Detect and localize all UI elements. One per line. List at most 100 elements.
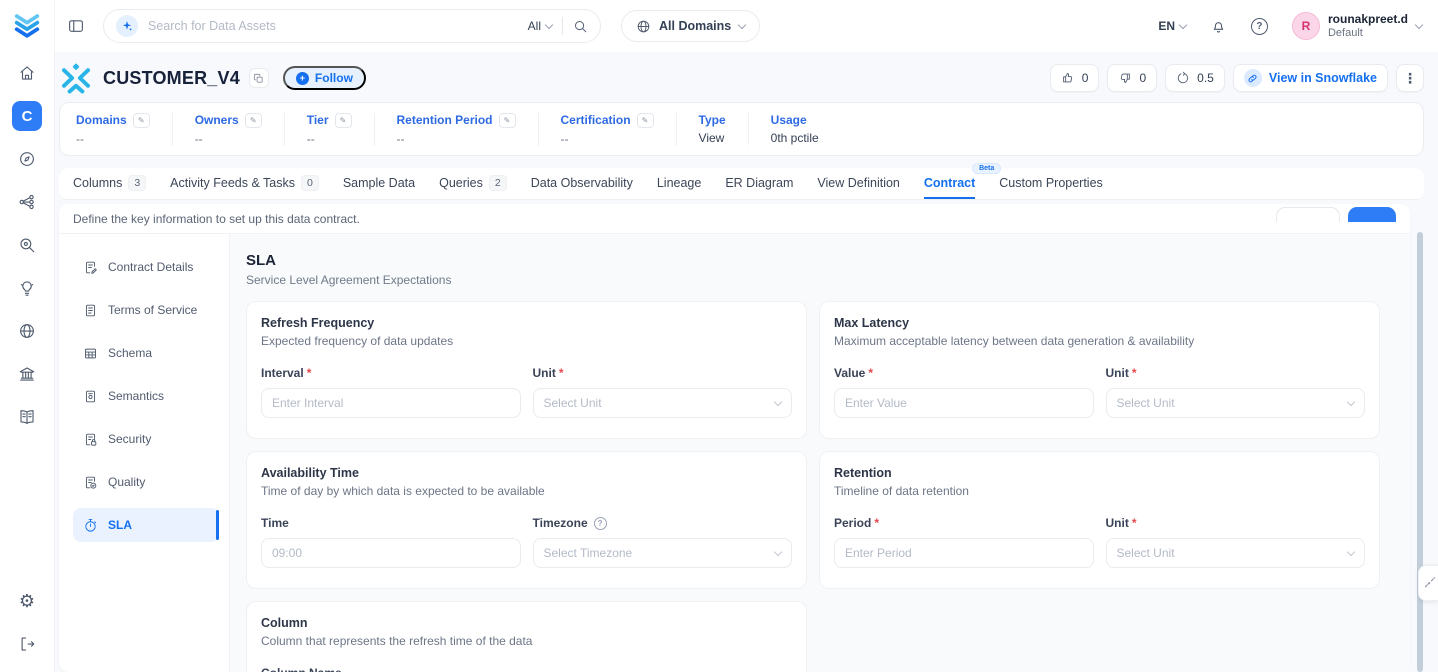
entity-tabs: Columns3 Activity Feeds & Tasks0 Sample …	[59, 168, 1424, 200]
meta-type: Type View	[699, 113, 749, 145]
contract-app-icon[interactable]: C	[12, 101, 42, 131]
unit-select[interactable]: Select Unit	[1106, 388, 1366, 418]
time-input[interactable]	[261, 538, 521, 568]
observability-magnifier-icon[interactable]	[12, 230, 42, 260]
page-content: CUSTOMER_V4 + Follow 0 0	[55, 52, 1438, 672]
sidebar-toggle-icon[interactable]	[63, 13, 89, 39]
column-name-field: Column Name Please enter Column name	[261, 666, 792, 672]
edit-pencil-icon[interactable]: ✎	[335, 113, 352, 128]
help-icon: ?	[594, 517, 607, 530]
tab-view-definition[interactable]: View Definition	[817, 169, 899, 199]
edit-pencil-icon[interactable]: ✎	[499, 113, 516, 128]
search-scope-dropdown[interactable]: All	[528, 19, 552, 33]
unit-field: Unit* Select Unit	[1106, 516, 1366, 568]
tab-columns[interactable]: Columns3	[73, 169, 146, 199]
save-button-clipped[interactable]	[1348, 207, 1396, 222]
cancel-button-clipped[interactable]	[1276, 207, 1340, 222]
upvote-button[interactable]: 0	[1050, 64, 1100, 92]
nav-terms-of-service[interactable]: Terms of Service	[73, 293, 219, 327]
globe-icon	[636, 19, 651, 34]
nav-schema[interactable]: Schema	[73, 336, 219, 370]
divider	[562, 17, 563, 35]
beta-badge: Beta	[972, 163, 1001, 174]
timezone-select[interactable]: Select Timezone	[533, 538, 793, 568]
tab-custom-properties[interactable]: Custom Properties	[999, 169, 1103, 199]
tab-activity-feeds-tasks[interactable]: Activity Feeds & Tasks0	[170, 169, 319, 199]
value-input[interactable]	[834, 388, 1094, 418]
main-column: Search for Data Assets All All Domains E…	[55, 0, 1438, 672]
floating-widget[interactable]	[1418, 565, 1438, 601]
edit-pencil-icon[interactable]: ✎	[133, 113, 150, 128]
explore-compass-icon[interactable]	[12, 144, 42, 174]
unit-field: Unit* Select Unit	[533, 366, 793, 418]
thumbs-down-icon	[1118, 71, 1132, 85]
nav-sla[interactable]: SLA	[73, 508, 219, 542]
snowflake-service-icon	[59, 61, 93, 95]
section-subtitle: Service Level Agreement Expectations	[246, 273, 1380, 287]
language-selector[interactable]: EN	[1158, 19, 1186, 33]
interval-input[interactable]	[261, 388, 521, 418]
nav-semantics[interactable]: Semantics	[73, 379, 219, 413]
meta-usage: Usage 0th pctile	[771, 113, 841, 145]
nav-contract-details[interactable]: Contract Details	[73, 250, 219, 284]
metadata-card: Domains✎ -- Owners✎ -- Tier✎ -- Retentio…	[59, 102, 1424, 156]
glossary-book-icon[interactable]	[12, 402, 42, 432]
tab-sample-data[interactable]: Sample Data	[343, 169, 415, 199]
home-icon[interactable]	[12, 58, 42, 88]
edit-pencil-icon[interactable]: ✎	[637, 113, 654, 128]
downvote-button[interactable]: 0	[1107, 64, 1157, 92]
tab-lineage[interactable]: Lineage	[657, 169, 702, 199]
copy-icon[interactable]	[249, 68, 269, 88]
user-menu[interactable]: R rounakpreet.d Default	[1292, 12, 1422, 40]
insights-lightbulb-icon[interactable]	[12, 273, 42, 303]
count-badge: 2	[489, 175, 507, 191]
refresh-frequency-card: Refresh Frequency Expected frequency of …	[246, 301, 807, 439]
govern-bank-icon[interactable]	[12, 359, 42, 389]
lineage-network-icon[interactable]	[12, 187, 42, 217]
logout-icon[interactable]	[12, 629, 42, 659]
follow-button[interactable]: + Follow	[283, 66, 366, 90]
meta-domains: Domains✎ --	[76, 113, 173, 146]
table-grid-icon	[83, 346, 98, 361]
nav-quality[interactable]: Quality	[73, 465, 219, 499]
avatar: R	[1292, 12, 1320, 40]
domains-globe-icon[interactable]	[12, 316, 42, 346]
nav-security[interactable]: Security	[73, 422, 219, 456]
settings-gear-icon[interactable]: ⚙	[12, 586, 42, 616]
page-title: CUSTOMER_V4	[103, 68, 240, 89]
contract-description: Define the key information to set up thi…	[73, 212, 360, 226]
meta-owners: Owners✎ --	[195, 113, 285, 146]
document-semantics-icon	[83, 389, 98, 404]
view-in-snowflake-button[interactable]: View in Snowflake	[1233, 64, 1388, 92]
rail-bottom: ⚙	[12, 586, 42, 672]
tab-data-observability[interactable]: Data Observability	[531, 169, 633, 199]
section-title: SLA	[246, 252, 1380, 269]
notifications-bell-icon[interactable]	[1210, 18, 1227, 35]
meta-retention-period: Retention Period✎ --	[397, 113, 539, 146]
all-domains-selector[interactable]: All Domains	[621, 10, 760, 42]
required-asterisk: *	[868, 366, 873, 380]
column-card: Column Column that represents the refres…	[246, 601, 807, 672]
tab-contract[interactable]: ContractBeta	[924, 169, 975, 199]
edit-pencil-icon[interactable]: ✎	[245, 113, 262, 128]
more-options-icon[interactable]: ⋮	[1396, 64, 1424, 92]
global-search-bar[interactable]: Search for Data Assets All	[103, 9, 601, 43]
search-input[interactable]: Search for Data Assets	[148, 19, 518, 33]
vertical-scrollbar[interactable]	[1417, 232, 1423, 672]
unit-field: Unit* Select Unit	[1106, 366, 1366, 418]
tab-er-diagram[interactable]: ER Diagram	[725, 169, 793, 199]
left-rail: C ⚙	[0, 0, 55, 672]
help-icon[interactable]: ?	[1251, 18, 1268, 35]
unit-select[interactable]: Select Unit	[533, 388, 793, 418]
meta-certification: Certification✎ --	[561, 113, 677, 146]
tab-queries[interactable]: Queries2	[439, 169, 507, 199]
unit-select[interactable]: Select Unit	[1106, 538, 1366, 568]
search-icon[interactable]	[573, 19, 588, 34]
period-input[interactable]	[834, 538, 1094, 568]
contract-body: Contract Details Terms of Service Schema	[59, 234, 1410, 672]
document-lock-icon	[83, 432, 98, 447]
contract-header: Define the key information to set up thi…	[59, 204, 1410, 234]
chevron-down-icon	[545, 20, 553, 28]
retention-card: Retention Timeline of data retention Per…	[819, 451, 1380, 589]
score-button[interactable]: 0.5	[1165, 64, 1225, 92]
